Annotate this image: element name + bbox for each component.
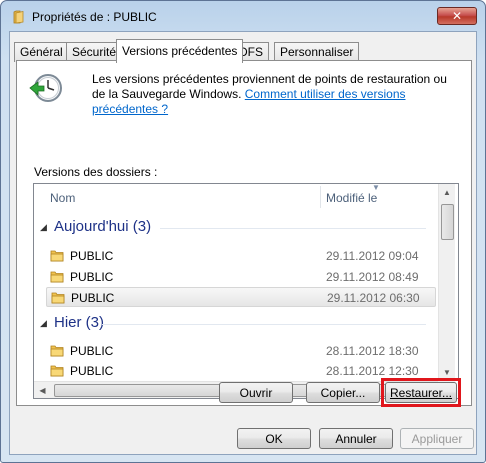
versions-list[interactable]: Nom Modifié le ▼ ◢ Aujourd'hui (3) PUBLI…	[33, 183, 459, 399]
folder-icon	[50, 250, 64, 262]
item-date: 28.11.2012 12:30	[326, 364, 419, 378]
list-item[interactable]: PUBLIC 28.11.2012 18:30	[46, 341, 436, 361]
group-header-yesterday[interactable]: ◢ Hier (3)	[40, 314, 434, 334]
cancel-button-label: Annuler	[335, 431, 377, 446]
apply-button-label: Appliquer	[411, 431, 463, 446]
tab-security[interactable]: Sécurité	[66, 42, 123, 62]
group-header-today[interactable]: ◢ Aujourd'hui (3)	[40, 218, 434, 238]
open-button-label: Ouvrir	[239, 385, 273, 400]
restore-button[interactable]: Restaurer...	[385, 382, 457, 403]
list-item[interactable]: PUBLIC 29.11.2012 09:04	[46, 246, 436, 266]
list-item-selected[interactable]: PUBLIC 29.11.2012 06:30	[46, 287, 436, 307]
list-item[interactable]: PUBLIC 29.11.2012 08:49	[46, 267, 436, 287]
group-title: Aujourd'hui (3)	[54, 218, 152, 235]
collapse-arrow-icon[interactable]: ◢	[40, 318, 47, 329]
restore-button-label: Restaurer...	[389, 385, 453, 400]
dialog-client: Général Sécurité Versions précédentes DF…	[9, 31, 477, 455]
folder-icon	[50, 365, 64, 377]
folder-icon	[51, 292, 65, 304]
item-name: PUBLIC	[70, 270, 114, 284]
group-divider	[102, 324, 426, 325]
ok-button[interactable]: OK	[237, 428, 311, 449]
vertical-scroll-thumb[interactable]	[441, 204, 454, 240]
item-name: PUBLIC	[71, 291, 115, 305]
folder-versions-label: Versions des dossiers :	[34, 165, 158, 179]
properties-dialog: Propriétés de : PUBLIC ✕ Général Sécurit…	[0, 0, 486, 463]
group-divider	[160, 228, 426, 229]
item-name: PUBLIC	[70, 364, 114, 378]
item-name: PUBLIC	[70, 249, 114, 263]
tab-customize[interactable]: Personnaliser	[274, 42, 360, 62]
apply-button[interactable]: Appliquer	[400, 428, 474, 449]
item-name: PUBLIC	[70, 344, 114, 358]
scroll-up-icon[interactable]: ▲	[439, 184, 455, 201]
folder-icon	[50, 271, 64, 283]
tab-strip: Général Sécurité Versions précédentes DF…	[10, 39, 478, 63]
sort-arrow-icon: ▼	[372, 183, 380, 192]
item-date: 29.11.2012 08:49	[326, 270, 419, 284]
item-date: 28.11.2012 18:30	[326, 344, 419, 358]
copy-button[interactable]: Copier...	[306, 382, 380, 403]
group-title: Hier (3)	[54, 314, 105, 331]
title-bar[interactable]: Propriétés de : PUBLIC ✕	[1, 1, 485, 31]
list-item[interactable]: PUBLIC 28.11.2012 12:30	[46, 361, 436, 381]
vertical-scrollbar[interactable]: ▲ ▼	[438, 184, 455, 381]
clock-restore-icon	[29, 74, 62, 102]
folder-icon	[13, 10, 24, 24]
tab-previous-versions[interactable]: Versions précédentes	[116, 39, 244, 63]
collapse-arrow-icon[interactable]: ◢	[40, 222, 47, 233]
column-separator[interactable]	[320, 186, 321, 208]
column-header-name[interactable]: Nom	[50, 191, 75, 205]
list-header: Nom Modifié le ▼	[34, 184, 438, 210]
open-button[interactable]: Ouvrir	[219, 382, 293, 403]
copy-button-label: Copier...	[320, 385, 366, 400]
cancel-button[interactable]: Annuler	[319, 428, 393, 449]
column-header-date[interactable]: Modifié le	[326, 191, 377, 205]
info-description: Les versions précédentes proviennent de …	[92, 72, 452, 117]
folder-icon	[50, 345, 64, 357]
item-date: 29.11.2012 06:30	[327, 291, 420, 305]
previous-versions-panel: Les versions précédentes proviennent de …	[16, 60, 472, 406]
ok-button-label: OK	[265, 431, 283, 446]
tab-general[interactable]: Général	[14, 42, 69, 62]
item-date: 29.11.2012 09:04	[326, 249, 419, 263]
window-title: Propriétés de : PUBLIC	[32, 10, 157, 24]
close-button[interactable]: ✕	[437, 7, 477, 25]
scroll-left-icon[interactable]: ◀	[34, 382, 51, 398]
close-icon: ✕	[451, 9, 463, 23]
